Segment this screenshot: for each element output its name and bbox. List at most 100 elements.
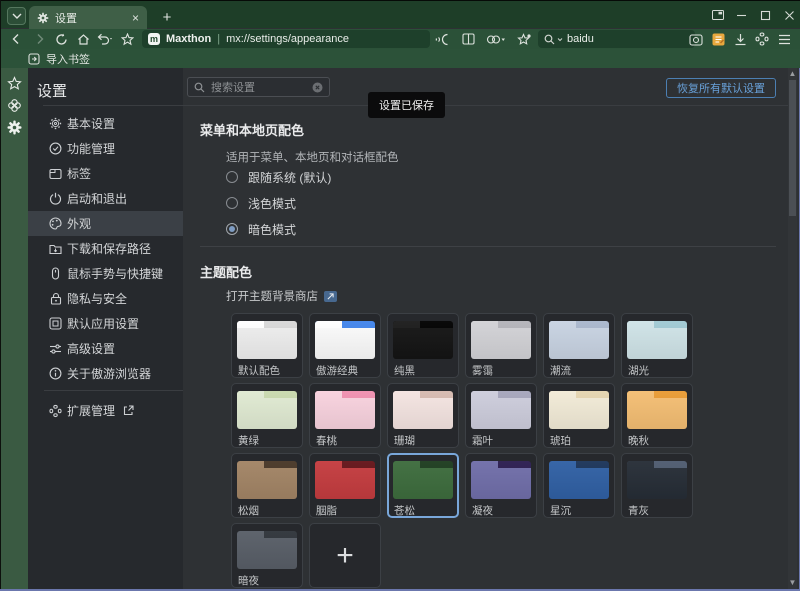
- tab-icon: [49, 167, 62, 181]
- theme-card-6[interactable]: 黄绿: [231, 383, 303, 448]
- radio-option-0[interactable]: 跟随系统 (默认): [226, 164, 331, 190]
- theme-card-13[interactable]: 胭脂: [309, 453, 381, 518]
- sidebar-item-extensions[interactable]: 扩展管理: [28, 398, 183, 423]
- theme-card-10[interactable]: 琥珀: [543, 383, 615, 448]
- forward-icon[interactable]: [28, 30, 50, 48]
- theme-card-2[interactable]: 纯黑: [387, 313, 459, 378]
- download-icon[interactable]: [729, 30, 751, 48]
- reading-mode-icon[interactable]: [457, 30, 479, 48]
- passport-icon[interactable]: [0, 94, 28, 116]
- theme-card-7[interactable]: 春桃: [309, 383, 381, 448]
- sidebar-item-7[interactable]: 隐私与安全: [28, 286, 183, 311]
- maximize-button[interactable]: [759, 7, 772, 23]
- plus-icon: +: [310, 524, 380, 587]
- sidebar-item-label: 关于傲游浏览器: [67, 365, 151, 382]
- add-theme-card[interactable]: +: [309, 523, 381, 588]
- sidebar-item-1[interactable]: 功能管理: [28, 136, 183, 161]
- palette-icon: [49, 217, 62, 231]
- theme-thumbnail: [315, 461, 375, 499]
- navigation-toolbar: m Maxthon | mx://settings/appearance bai…: [0, 29, 800, 49]
- menu-icon[interactable]: [773, 30, 795, 48]
- theme-card-14[interactable]: 苍松: [387, 453, 459, 518]
- import-bookmarks-button[interactable]: 导入书签: [28, 51, 90, 67]
- theme-card-11[interactable]: 晚秋: [621, 383, 693, 448]
- sidebar-item-2[interactable]: 标签: [28, 161, 183, 186]
- screenshot-icon[interactable]: [685, 30, 707, 48]
- import-bookmarks-label: 导入书签: [46, 51, 90, 67]
- radio-icon[interactable]: [226, 171, 238, 183]
- sidebar-item-5[interactable]: 下载和保存路径: [28, 236, 183, 261]
- radio-icon[interactable]: [226, 197, 238, 209]
- scrollbar-thumb[interactable]: [789, 80, 796, 216]
- theme-thumbnail: [627, 321, 687, 359]
- settings-gear-icon[interactable]: [0, 116, 28, 138]
- search-box[interactable]: baidu: [538, 30, 695, 48]
- sidebar-item-4[interactable]: 外观: [28, 211, 183, 236]
- notes-icon[interactable]: [707, 30, 729, 48]
- theme-card-18[interactable]: 暗夜: [231, 523, 303, 588]
- favorite-star-icon[interactable]: [116, 30, 138, 48]
- extensions-icon[interactable]: [751, 30, 773, 48]
- theme-card-8[interactable]: 珊瑚: [387, 383, 459, 448]
- theme-store-link[interactable]: 打开主题背景商店: [226, 288, 318, 304]
- theme-card-3[interactable]: 雾霭: [465, 313, 537, 378]
- theme-card-5[interactable]: 湖光: [621, 313, 693, 378]
- address-bar[interactable]: m Maxthon | mx://settings/appearance: [142, 30, 430, 48]
- radio-selected-icon[interactable]: [226, 223, 238, 235]
- scrollbar[interactable]: ▲ ▼: [788, 68, 797, 589]
- theme-name: 珊瑚: [394, 433, 415, 448]
- radio-option-1[interactable]: 浅色模式: [226, 190, 331, 216]
- settings-search-input[interactable]: 搜索设置: [187, 77, 330, 97]
- sidebar-item-3[interactable]: 启动和退出: [28, 186, 183, 211]
- theme-thumbnail: [549, 321, 609, 359]
- theme-card-9[interactable]: 霜叶: [465, 383, 537, 448]
- home-icon[interactable]: [72, 30, 94, 48]
- sidebar-item-9[interactable]: 高级设置: [28, 336, 183, 361]
- theme-card-1[interactable]: 傲游经典: [309, 313, 381, 378]
- favorites-star-icon[interactable]: [0, 72, 28, 94]
- theme-card-12[interactable]: 松烟: [231, 453, 303, 518]
- clear-icon[interactable]: [312, 82, 323, 93]
- theme-thumbnail: [237, 321, 297, 359]
- read-aloud-icon[interactable]: [432, 30, 454, 48]
- sidebar-item-8[interactable]: 默认应用设置: [28, 311, 183, 336]
- theme-name: 凝夜: [472, 503, 493, 518]
- back-icon[interactable]: [6, 30, 28, 48]
- scroll-down-icon[interactable]: ▼: [788, 578, 797, 588]
- theme-name: 青灰: [628, 503, 649, 518]
- radio-option-2[interactable]: 暗色模式: [226, 216, 331, 242]
- restore-defaults-button[interactable]: 恢复所有默认设置: [666, 78, 776, 98]
- side-strip: [0, 68, 28, 589]
- theme-card-16[interactable]: 星沉: [543, 453, 615, 518]
- theme-thumbnail: [237, 391, 297, 429]
- tab-close-icon[interactable]: ×: [132, 12, 139, 24]
- sidebar-item-10[interactable]: 关于傲游浏览器: [28, 361, 183, 386]
- external-link-badge-icon[interactable]: [324, 291, 337, 302]
- scroll-up-icon[interactable]: ▲: [788, 69, 797, 79]
- workspace-icon[interactable]: [711, 7, 724, 23]
- theme-card-0[interactable]: 默认配色: [231, 313, 303, 378]
- theme-thumbnail: [471, 391, 531, 429]
- tab-list-dropdown-button[interactable]: [7, 7, 26, 25]
- sidebar-item-label: 隐私与安全: [67, 290, 127, 307]
- sidebar-item-0[interactable]: 基本设置: [28, 111, 183, 136]
- window-border-left: [0, 0, 1, 591]
- minimize-button[interactable]: [735, 7, 748, 23]
- share-icon[interactable]: [482, 30, 510, 48]
- tab-settings[interactable]: 设置 ×: [29, 6, 147, 29]
- theme-name: 晚秋: [628, 433, 649, 448]
- reload-icon[interactable]: [50, 30, 72, 48]
- theme-card-15[interactable]: 凝夜: [465, 453, 537, 518]
- add-favorite-icon[interactable]: [513, 30, 535, 48]
- sidebar-item-label: 基本设置: [67, 115, 115, 132]
- close-window-button[interactable]: [783, 7, 796, 23]
- tab-title: 设置: [55, 10, 132, 26]
- new-tab-button[interactable]: +: [157, 7, 177, 27]
- sidebar-item-6[interactable]: 鼠标手势与快捷键: [28, 261, 183, 286]
- undo-icon[interactable]: [94, 30, 116, 48]
- section-title-menu-colors: 菜单和本地页配色: [200, 120, 304, 139]
- theme-card-4[interactable]: 潮流: [543, 313, 615, 378]
- external-link-icon: [123, 405, 134, 416]
- theme-card-17[interactable]: 青灰: [621, 453, 693, 518]
- extension-icon: [49, 404, 62, 418]
